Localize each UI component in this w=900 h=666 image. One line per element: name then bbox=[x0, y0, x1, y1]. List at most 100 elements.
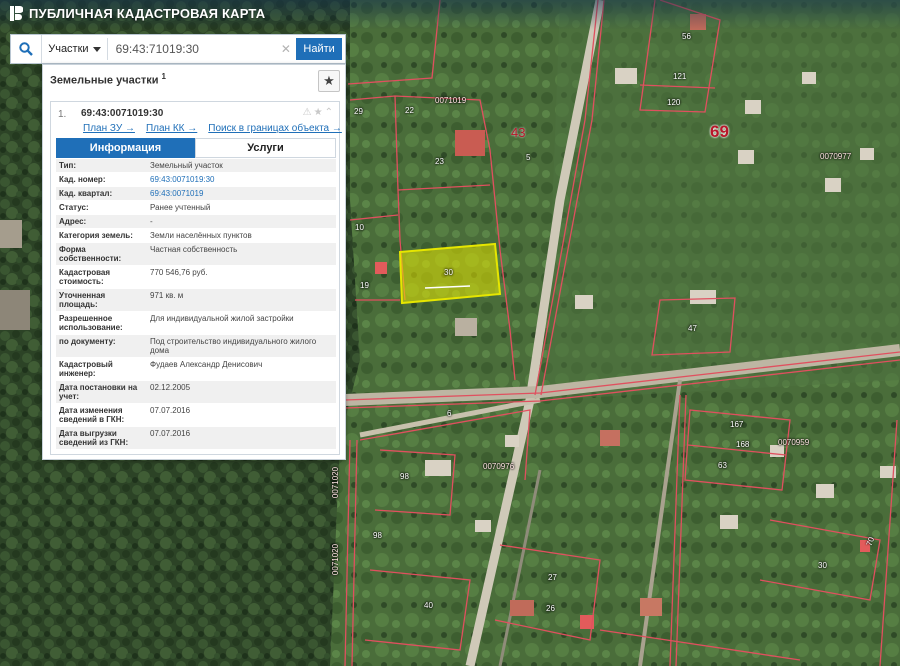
table-row: Уточненная площадь: 971 кв. м bbox=[56, 289, 336, 312]
attr-value: 07.07.2016 bbox=[150, 406, 191, 415]
map-parcel-label: 63 bbox=[718, 461, 727, 470]
favorites-button[interactable]: ★ bbox=[318, 70, 340, 92]
attr-label: по документу: bbox=[59, 337, 116, 346]
attr-value: Земельный участок bbox=[150, 161, 223, 170]
attr-label: Дата выгрузки сведений из ГКН: bbox=[59, 429, 129, 447]
table-row: Кадастровый инженер: Фудаев Александр Ден… bbox=[56, 358, 336, 381]
plan-zu-link[interactable]: План ЗУ → bbox=[83, 123, 135, 134]
attr-value: Земли населённых пунктов bbox=[150, 231, 252, 240]
attr-label: Форма собственности: bbox=[59, 245, 122, 263]
map-parcel-label: 27 bbox=[548, 573, 557, 582]
map-quarter-label: 0070977 bbox=[820, 152, 852, 161]
attributes-table: Тип: Земельный участок Кад. номер: 69:43:0… bbox=[56, 159, 336, 450]
map-parcel-label: 40 bbox=[424, 601, 433, 610]
attr-value: 971 кв. м bbox=[150, 291, 184, 300]
cad-quarter-link[interactable]: 69:43:0071019 bbox=[147, 187, 336, 200]
result-tabs: Информация Услуги bbox=[56, 138, 336, 158]
results-panel: Земельные участки 1 ★ 1. 69:43:0071019:3… bbox=[42, 64, 346, 460]
search-input[interactable] bbox=[107, 38, 279, 60]
tab-info[interactable]: Информация bbox=[56, 138, 195, 158]
map-parcel-label: 23 bbox=[435, 157, 444, 166]
attr-label: Категория земель: bbox=[59, 231, 133, 240]
plan-kk-link[interactable]: План КК → bbox=[146, 123, 197, 134]
search-in-bounds-link[interactable]: Поиск в границах объекта → bbox=[208, 123, 342, 134]
attr-label: Дата изменения сведений в ГКН: bbox=[59, 406, 125, 424]
table-row: Разрешенное использование: Для индивидуал… bbox=[56, 312, 336, 335]
result-count: 1 bbox=[161, 72, 166, 81]
search-bar: Участки ✕ Найти bbox=[10, 34, 346, 64]
attr-value: Частная собственность bbox=[150, 245, 238, 254]
rosreestr-logo-icon bbox=[10, 6, 24, 21]
panel-title: Земельные участки 1 bbox=[50, 72, 166, 87]
result-links: План ЗУ → План КК → Поиск в границах объ… bbox=[83, 123, 342, 134]
result-index: 1. bbox=[58, 109, 67, 120]
map-quarter-label: 0070976 bbox=[483, 462, 515, 471]
map-parcel-label-selected: 30 bbox=[444, 268, 453, 277]
table-row: по документу: Под строительство индивидуа… bbox=[56, 335, 336, 358]
result-cad-number[interactable]: 69:43:0071019:30 bbox=[81, 108, 163, 119]
map-parcel-label: 98 bbox=[373, 531, 382, 540]
table-row: Форма собственности: Частная собственност… bbox=[56, 243, 336, 266]
map-parcel-label: 29 bbox=[354, 107, 363, 116]
map-quarter-label: 0071020 bbox=[331, 466, 341, 499]
attr-label: Уточненная площадь: bbox=[59, 291, 106, 309]
map-district-label: 43 bbox=[511, 125, 526, 140]
map-parcel-label: 47 bbox=[688, 324, 697, 333]
table-row: Категория земель: Земли населённых пункто… bbox=[56, 229, 336, 243]
attr-label: Адрес: bbox=[59, 217, 87, 226]
attr-label: Кад. квартал: bbox=[59, 189, 113, 198]
attr-label: Кад. номер: bbox=[59, 175, 106, 184]
table-row: Тип: Земельный участок bbox=[56, 159, 336, 173]
attr-label: Тип: bbox=[59, 161, 76, 170]
chevron-down-icon bbox=[92, 46, 101, 52]
map-parcel-label: 19 bbox=[360, 281, 369, 290]
map-parcel-label: 120 bbox=[667, 98, 681, 107]
find-button[interactable]: Найти bbox=[296, 38, 342, 60]
map-quarter-label: 0071020 bbox=[331, 543, 341, 576]
attr-value: Фудаев Александр Денисович bbox=[150, 360, 263, 369]
star-icon: ★ bbox=[323, 73, 335, 88]
clear-icon[interactable]: ✕ bbox=[279, 42, 294, 56]
table-row: Кад. квартал: 69:43:0071019 bbox=[56, 187, 336, 201]
tab-services[interactable]: Услуги bbox=[195, 138, 336, 158]
attr-label: Статус: bbox=[59, 203, 89, 212]
panel-header: Земельные участки 1 ★ bbox=[43, 65, 345, 95]
attr-value: 07.07.2016 bbox=[150, 429, 191, 438]
map-parcel-label: 30 bbox=[818, 561, 827, 570]
warning-icon[interactable]: ⚠ bbox=[303, 107, 312, 118]
map-parcel-label: 121 bbox=[673, 72, 687, 81]
search-type-label: Участки bbox=[48, 43, 89, 55]
table-row: Дата изменения сведений в ГКН: 07.07.2016 bbox=[56, 404, 336, 427]
attr-value: 02.12.2005 bbox=[150, 383, 191, 392]
card-actions: ⚠ ★ ⌃ bbox=[303, 107, 333, 118]
top-bar: ПУБЛИЧНАЯ КАДАСТРОВАЯ КАРТА bbox=[0, 0, 900, 30]
brand[interactable]: ПУБЛИЧНАЯ КАДАСТРОВАЯ КАРТА bbox=[10, 6, 265, 21]
table-row: Кад. номер: 69:43:0071019:30 bbox=[56, 173, 336, 187]
star-outline-icon[interactable]: ★ bbox=[314, 107, 323, 118]
attr-label: Кадастровая стоимость: bbox=[59, 268, 111, 286]
attr-value: Ранее учтенный bbox=[150, 203, 211, 212]
collapse-icon[interactable]: ⌃ bbox=[325, 107, 333, 118]
map-parcel-label: 5 bbox=[526, 153, 531, 162]
map-quarter-label: 0071019 bbox=[435, 96, 467, 105]
table-row: Кадастровая стоимость: 770 546,76 руб. bbox=[56, 266, 336, 289]
attr-value: Для индивидуальной жилой застройки bbox=[150, 314, 294, 323]
attr-value: - bbox=[150, 217, 153, 226]
search-icon[interactable] bbox=[11, 35, 43, 63]
map-parcel-label: 167 bbox=[730, 420, 744, 429]
map-quarter-label: 0070959 bbox=[778, 438, 810, 447]
map-parcel-label: 22 bbox=[405, 106, 414, 115]
search-type-select[interactable]: Участки bbox=[42, 38, 108, 60]
attr-label: Дата постановки на учет: bbox=[59, 383, 138, 401]
map-parcel-label: 168 bbox=[736, 440, 750, 449]
table-row: Дата выгрузки сведений из ГКН: 07.07.2016 bbox=[56, 427, 336, 450]
cad-number-link[interactable]: 69:43:0071019:30 bbox=[147, 173, 336, 186]
result-card: 1. 69:43:0071019:30 ⚠ ★ ⌃ План ЗУ → План… bbox=[50, 101, 342, 455]
map-parcel-label: 26 bbox=[546, 604, 555, 613]
map-district-label: 69 bbox=[710, 122, 729, 141]
attr-label: Разрешенное использование: bbox=[59, 314, 123, 332]
attr-label: Кадастровый инженер: bbox=[59, 360, 113, 378]
attr-value: Под строительство индивидуального жилого… bbox=[150, 337, 317, 355]
app-title: ПУБЛИЧНАЯ КАДАСТРОВАЯ КАРТА bbox=[29, 6, 266, 21]
table-row: Статус: Ранее учтенный bbox=[56, 201, 336, 215]
